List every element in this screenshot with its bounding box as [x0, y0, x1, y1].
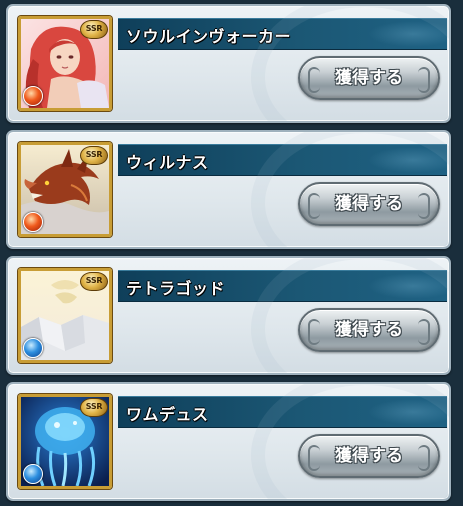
water-element-icon [23, 464, 43, 484]
summon-name: ソウルインヴォーカー [126, 27, 292, 46]
summon-thumbnail: SSR [18, 268, 112, 363]
water-element-icon [23, 338, 43, 358]
acquire-button[interactable]: 獲得する [298, 182, 440, 226]
summon-title-bar: ウィルナス [118, 144, 449, 176]
summon-card: SSR ワムデュス 獲得する [6, 382, 451, 501]
summon-card: SSR ウィルナス 獲得する [6, 130, 451, 249]
acquire-button[interactable]: 獲得する [298, 434, 440, 478]
summon-title-bar: テトラゴッド [118, 270, 449, 302]
summon-name: ワムデュス [126, 405, 209, 424]
acquire-button[interactable]: 獲得する [298, 308, 440, 352]
summon-title-bar: ソウルインヴォーカー [118, 18, 449, 50]
summon-thumbnail: SSR [18, 394, 112, 489]
acquire-button[interactable]: 獲得する [298, 56, 440, 100]
summon-name: テトラゴッド [126, 279, 226, 298]
ssr-rarity-badge: SSR [80, 398, 108, 417]
summon-title-bar: ワムデュス [118, 396, 449, 428]
summon-card: SSR ソウルインヴォーカー 獲得する [6, 4, 451, 123]
summon-name: ウィルナス [126, 153, 209, 172]
summon-thumbnail: SSR [18, 142, 112, 237]
fire-element-icon [23, 212, 43, 232]
summon-thumbnail: SSR [18, 16, 112, 111]
fire-element-icon [23, 86, 43, 106]
ssr-rarity-badge: SSR [80, 146, 108, 165]
ssr-rarity-badge: SSR [80, 20, 108, 39]
summon-reward-list: SSR ソウルインヴォーカー 獲得する SSR ウィルナス 獲得する SSR テ… [0, 0, 463, 506]
ssr-rarity-badge: SSR [80, 272, 108, 291]
summon-card: SSR テトラゴッド 獲得する [6, 256, 451, 375]
